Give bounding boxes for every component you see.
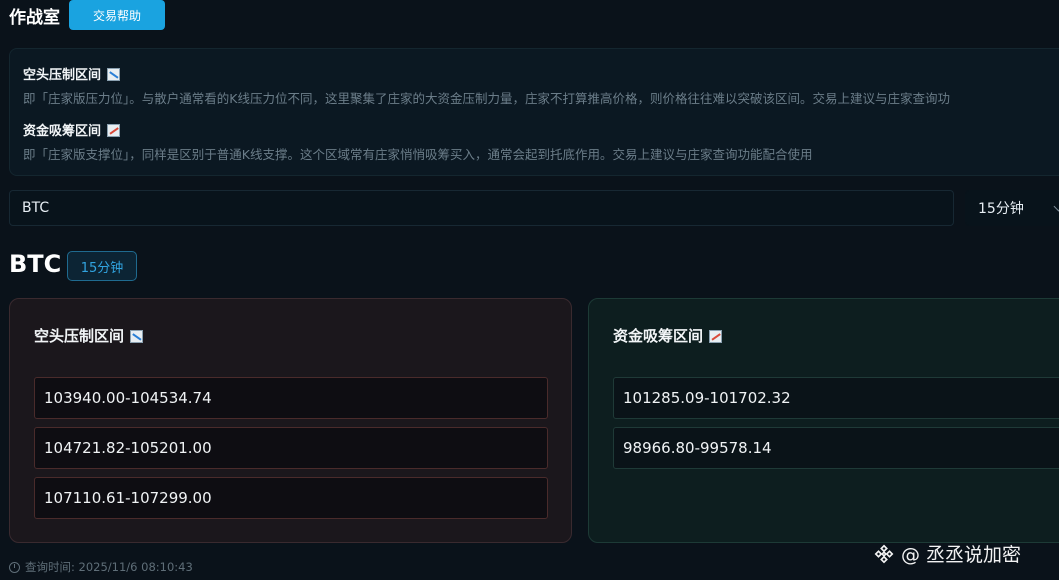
page-title: 作战室 <box>9 7 60 28</box>
accumulation-card: 资金吸筹区间 101285.09-101702.32 98966.80-9957… <box>588 298 1059 543</box>
info-long-title: 资金吸筹区间 <box>23 124 102 139</box>
info-short-heading: 空头压制区间 <box>23 64 121 83</box>
clock-icon <box>9 561 20 573</box>
short-range-item: 107110.61-107299.00 <box>34 477 548 519</box>
short-card-title: 空头压制区间 <box>34 327 125 345</box>
long-range-item: 98966.80-99578.14 <box>613 427 1059 469</box>
info-short-desc: 即「庄家版压力位」。与散户通常看的K线压力位不同，这里聚集了庄家的大资金压制力量… <box>23 91 950 106</box>
binance-logo-icon <box>874 544 894 563</box>
info-long-heading: 资金吸筹区间 <box>23 120 121 139</box>
chart-decreasing-icon <box>130 330 144 343</box>
info-short-title: 空头压制区间 <box>23 68 102 83</box>
result-symbol: BTC <box>9 250 62 278</box>
symbol-search-input[interactable] <box>9 190 954 226</box>
interval-select-value: 15分钟 <box>978 201 1024 217</box>
query-time: 查询时间: 2025/11/6 08:10:43 <box>9 559 193 575</box>
short-range-item: 103940.00-104534.74 <box>34 377 548 419</box>
long-card-heading: 资金吸筹区间 <box>613 325 723 346</box>
trade-help-button[interactable]: 交易帮助 <box>69 0 165 30</box>
short-pressure-card: 空头压制区间 103940.00-104534.74 104721.82-105… <box>9 298 572 543</box>
top-bar: 作战室 <box>9 0 60 30</box>
interval-select[interactable]: 15分钟 <box>965 190 1059 226</box>
watermark: @ 丞丞说加密 <box>873 540 1021 567</box>
chart-increasing-icon <box>107 124 121 137</box>
info-panel: 空头压制区间 即「庄家版压力位」。与散户通常看的K线压力位不同，这里聚集了庄家的… <box>9 48 1059 176</box>
query-time-text: 查询时间: 2025/11/6 08:10:43 <box>25 560 193 574</box>
long-card-title: 资金吸筹区间 <box>613 327 704 345</box>
short-card-heading: 空头压制区间 <box>34 325 144 346</box>
short-range-item: 104721.82-105201.00 <box>34 427 548 469</box>
info-long-desc: 即「庄家版支撑位」，同样是区别于普通K线支撑。这个区域常有庄家悄悄吸筹买入，通常… <box>23 147 813 162</box>
chart-increasing-icon <box>709 330 723 343</box>
watermark-text: @ 丞丞说加密 <box>901 544 1022 566</box>
long-range-item: 101285.09-101702.32 <box>613 377 1059 419</box>
interval-badge: 15分钟 <box>67 251 137 281</box>
chart-decreasing-icon <box>107 68 121 81</box>
